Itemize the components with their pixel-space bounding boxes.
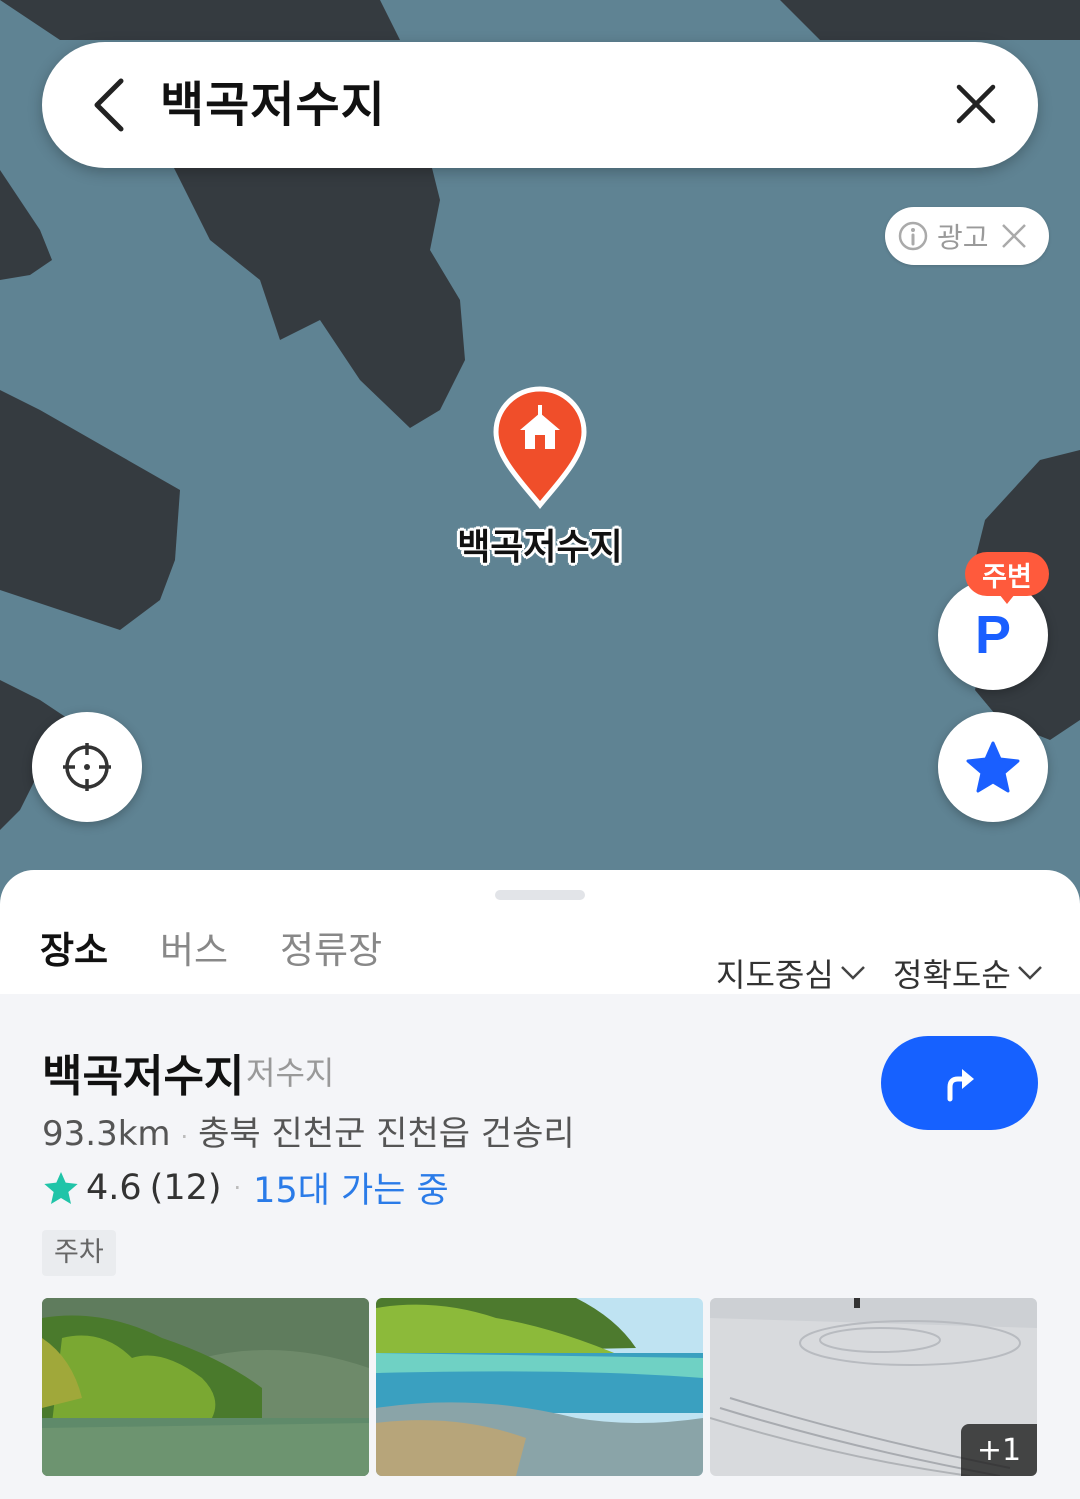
place-rating: 4.6 (12) · 15대 가는 중 <box>42 1162 449 1213</box>
review-count[interactable]: (12) <box>150 1168 222 1208</box>
back-button[interactable] <box>84 70 134 140</box>
result-item[interactable]: 백곡저수지 저수지 93.3km · 충북 진천군 진천읍 건송리 4.6 (12)… <box>0 994 1080 1499</box>
more-photos-badge[interactable]: +1 <box>961 1424 1037 1476</box>
chevron-down-icon <box>840 966 865 980</box>
sheet-drag-handle[interactable] <box>495 890 585 900</box>
photo-thumbnail[interactable] <box>42 1298 369 1476</box>
place-meta: 93.3km · 충북 진천군 진천읍 건송리 <box>42 1114 575 1154</box>
clear-search-button[interactable] <box>950 78 1002 130</box>
photo-thumbnail[interactable] <box>376 1298 703 1476</box>
rating-score: 4.6 <box>86 1167 142 1208</box>
chevron-down-icon <box>1017 966 1042 980</box>
ad-chip[interactable]: 광고 <box>885 207 1049 265</box>
pin-label: 백곡저수지 <box>457 527 623 568</box>
info-icon <box>898 221 928 251</box>
close-ad-icon[interactable] <box>999 221 1029 251</box>
crosshair-icon <box>63 743 111 791</box>
tab-place[interactable]: 장소 <box>40 920 108 974</box>
sort-order-dropdown[interactable]: 정확도순 <box>893 950 1043 996</box>
sort-order-label: 정확도순 <box>893 956 1011 994</box>
star-icon <box>44 1171 78 1204</box>
chevron-left-icon <box>94 78 124 132</box>
location-pin-icon[interactable] <box>492 385 588 510</box>
nearby-badge: 주변 <box>965 552 1049 604</box>
photo-thumbnail[interactable]: +1 <box>710 1298 1037 1476</box>
close-icon <box>956 84 996 124</box>
people-going: 15대 가는 중 <box>253 1171 449 1211</box>
place-distance: 93.3km <box>42 1114 171 1154</box>
area-filter-dropdown[interactable]: 지도중심 <box>716 950 866 996</box>
place-category: 저수지 <box>246 1054 335 1092</box>
favorites-button[interactable] <box>938 712 1048 822</box>
tab-bus[interactable]: 버스 <box>160 920 228 974</box>
nearby-parking-button[interactable]: P <box>938 580 1048 690</box>
directions-button[interactable] <box>881 1036 1038 1130</box>
parking-icon: P <box>974 605 1012 665</box>
lake-water-photo <box>376 1298 703 1476</box>
tab-bus-stop[interactable]: 정류장 <box>280 920 382 974</box>
current-location-button[interactable] <box>32 712 142 822</box>
lake-forest-photo <box>42 1298 369 1476</box>
star-icon <box>966 741 1020 793</box>
photo-strip: +1 <box>42 1298 1038 1476</box>
turn-right-arrow-icon <box>947 1069 974 1102</box>
place-name[interactable]: 백곡저수지 <box>42 1040 244 1104</box>
area-filter-label: 지도중심 <box>716 956 834 994</box>
ad-label: 광고 <box>937 221 989 254</box>
parking-tag: 주차 <box>42 1230 116 1276</box>
bottom-sheet[interactable]: 장소 버스 정류장 지도중심 정확도순 백곡저수지 저수지 93.3km · 충북 … <box>0 870 1080 1499</box>
search-query[interactable]: 백곡저수지 <box>160 70 386 140</box>
place-address: 충북 진천군 진천읍 건송리 <box>198 1114 575 1154</box>
